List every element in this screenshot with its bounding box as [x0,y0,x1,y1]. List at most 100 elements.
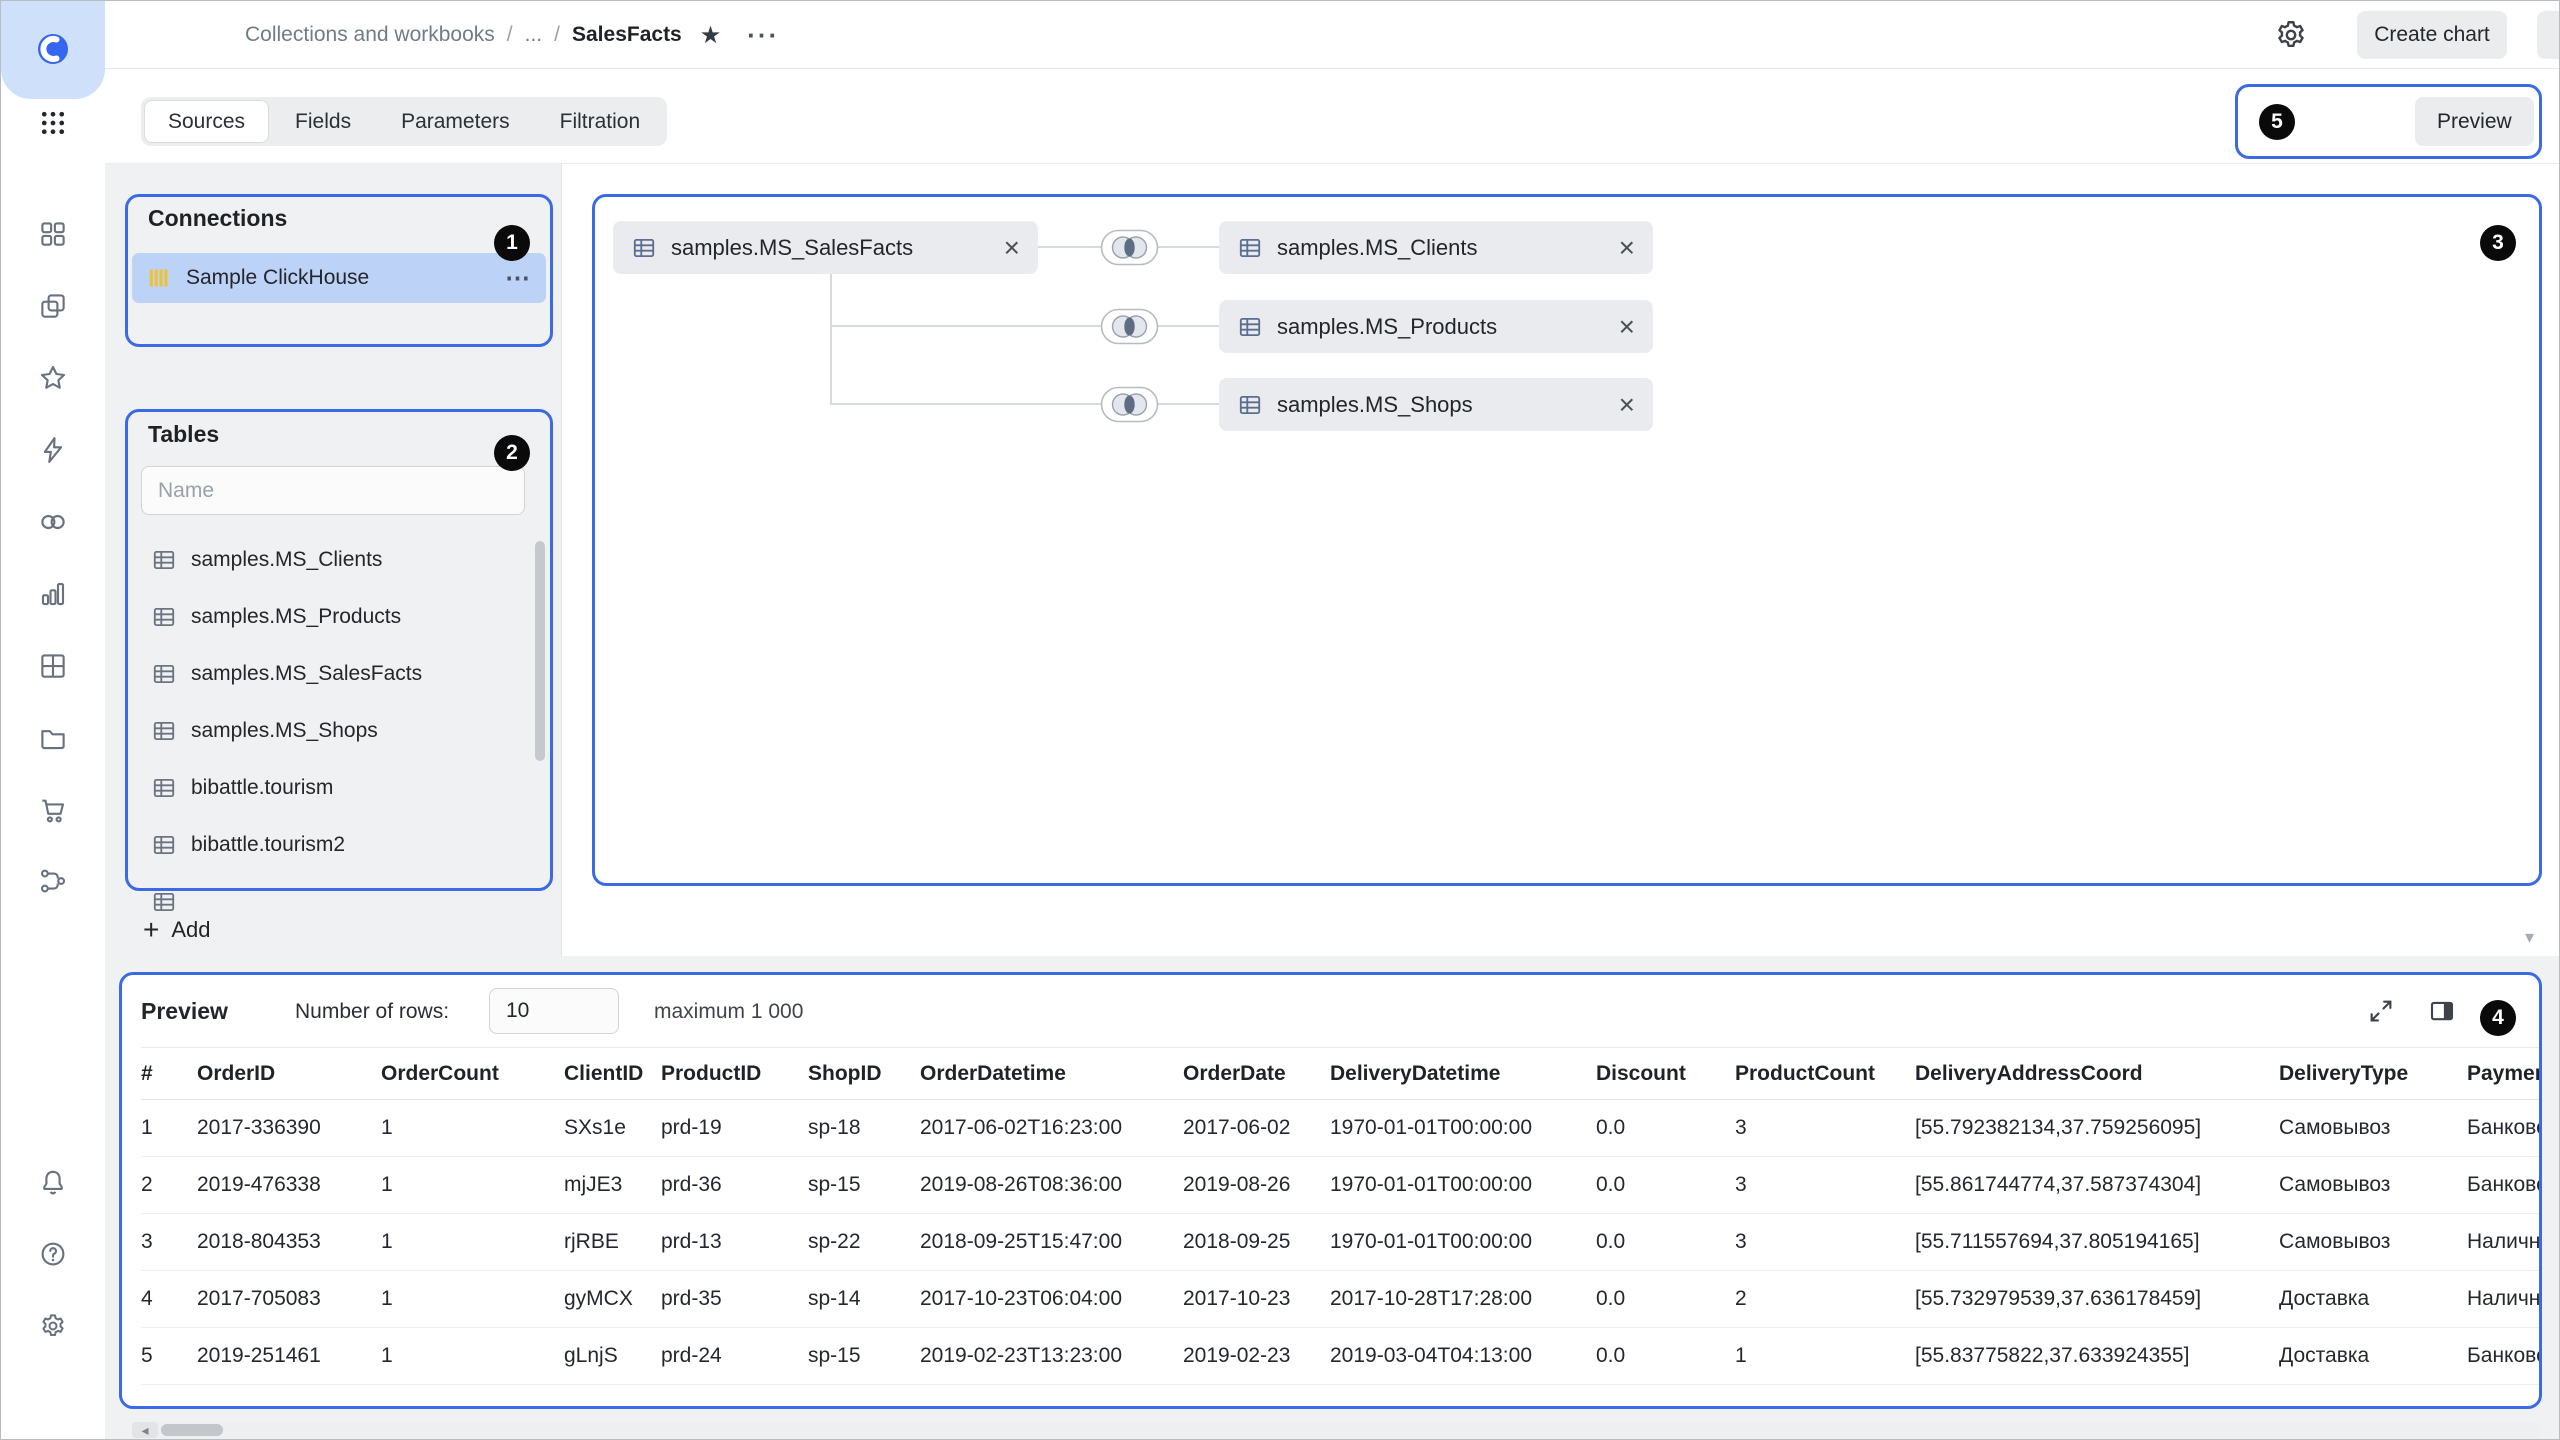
apps-grid-icon[interactable] [33,103,73,143]
settings-gear-icon[interactable] [2273,17,2309,53]
help-icon[interactable] [33,1234,73,1274]
lightning-icon[interactable] [33,430,73,470]
column-header: # [141,1048,197,1100]
expand-preview-icon[interactable] [2366,996,2396,1026]
table-cell: Банковская карта [2467,1157,2540,1214]
source-table-node[interactable]: samples.MS_SalesFacts × [613,221,1038,274]
save-button[interactable]: Save [2537,11,2560,59]
table-icon [151,775,177,801]
horizontal-scrollbar-track[interactable] [132,1422,2540,1438]
sources-canvas [561,164,2560,956]
more-menu-icon[interactable]: ··· [747,20,779,51]
rings-icon[interactable] [33,502,73,542]
table-cell: prd-24 [661,1328,808,1385]
join-type-icon[interactable] [1100,308,1159,345]
join-type-icon[interactable] [1100,229,1159,266]
breadcrumb: Collections and workbooks / ... / SalesF… [245,1,779,69]
preview-toggle-button[interactable]: Preview [2415,97,2534,146]
table-cell: sp-18 [808,1100,920,1157]
joined-table-node[interactable]: samples.MS_Products × [1219,300,1653,353]
split-view-icon[interactable] [2427,996,2457,1026]
tab-filtration[interactable]: Filtration [536,100,665,143]
column-header: DeliveryDatetime [1330,1048,1596,1100]
join-line [830,403,1109,405]
add-table-button[interactable]: + Add [143,906,211,954]
table-cell: Наличные [2467,1271,2540,1328]
tables-title: Tables [148,421,219,448]
table-cell: 2017-336390 [197,1100,381,1157]
page-title: SalesFacts [572,23,682,47]
gear-icon[interactable] [33,1306,73,1346]
cart-icon[interactable] [33,790,73,830]
bell-icon[interactable] [33,1162,73,1202]
tables-scrollbar-thumb[interactable] [535,541,545,761]
table-icon [151,661,177,687]
table-cell: 5 [141,1328,197,1385]
scroll-left-arrow[interactable]: ◂ [132,1422,158,1438]
table-row: 32018-8043531rjRBEprd-13sp-222018-09-25T… [141,1214,2540,1271]
table-cell: rjRBE [564,1214,661,1271]
favorite-star-icon[interactable]: ★ [700,21,722,50]
table-icon [151,604,177,630]
remove-table-icon[interactable]: × [1004,234,1020,262]
table-cell: Самовывоз [2279,1100,2467,1157]
tab-sources[interactable]: Sources [144,100,269,143]
join-type-icon[interactable] [1100,386,1159,423]
connection-name: Sample ClickHouse [186,266,369,290]
table-cell: 2019-251461 [197,1328,381,1385]
rows-count-input[interactable] [489,988,619,1034]
table-list-item[interactable]: samples.MS_Clients [141,531,537,588]
star-icon[interactable] [33,358,73,398]
datalens-logo[interactable] [29,25,77,73]
table-list-item[interactable]: bibattle.tourism2 [141,816,537,873]
remove-table-icon[interactable]: × [1619,234,1635,262]
horizontal-scrollbar-thumb[interactable] [161,1424,223,1436]
remove-table-icon[interactable]: × [1619,313,1635,341]
table-cell: sp-14 [808,1271,920,1328]
scroll-down-hint-icon[interactable]: ▾ [2525,927,2534,948]
table-cell: Самовывоз [2279,1157,2467,1214]
table-cell: sp-15 [808,1328,920,1385]
table-list-item[interactable]: samples.MS_Shops [141,702,537,759]
tables-list: samples.MS_Clients samples.MS_Products s… [141,531,537,913]
table-cell: [55.711557694,37.805194165] [1915,1214,2279,1271]
joined-table-node[interactable]: samples.MS_Clients × [1219,221,1653,274]
table-list-item[interactable]: bibattle.tourism [141,759,537,816]
flow-icon[interactable] [33,861,73,901]
breadcrumb-root[interactable]: Collections and workbooks [245,23,495,47]
table-cell: 0.0 [1596,1328,1735,1385]
table-list-item[interactable]: samples.MS_SalesFacts [141,645,537,702]
tab-fields[interactable]: Fields [271,100,375,143]
squares-icon[interactable] [33,214,73,254]
bar-chart-icon[interactable] [33,574,73,614]
breadcrumb-ellipsis[interactable]: ... [525,23,543,47]
remove-table-icon[interactable]: × [1619,391,1635,419]
column-header: ShopID [808,1048,920,1100]
create-chart-button[interactable]: Create chart [2357,11,2507,59]
table-cell: [55.83775822,37.633924355] [1915,1328,2279,1385]
table-cell: Доставка [2279,1271,2467,1328]
connection-menu-icon[interactable]: ⋯ [505,263,532,293]
table-search-input[interactable] [141,466,525,515]
add-label: Add [171,917,210,943]
grid-cells-icon[interactable] [33,646,73,686]
connection-item-selected[interactable]: Sample ClickHouse ⋯ [132,253,546,303]
joined-table-node[interactable]: samples.MS_Shops × [1219,378,1653,431]
folder-icon[interactable] [33,718,73,758]
table-list-item[interactable]: samples.MS_Products [141,588,537,645]
join-line [1038,246,1109,248]
table-cell: [55.732979539,37.636178459] [1915,1271,2279,1328]
clickhouse-connection-icon [146,265,172,291]
column-header: OrderID [197,1048,381,1100]
tab-parameters[interactable]: Parameters [377,100,534,143]
layers-icon[interactable] [33,286,73,326]
table-row: 42017-7050831gyMCXprd-35sp-142017-10-23T… [141,1271,2540,1328]
table-cell: 2 [141,1157,197,1214]
table-cell: prd-19 [661,1100,808,1157]
table-cell: 1 [381,1328,564,1385]
panel-divider [561,164,562,956]
table-cell: 0.0 [1596,1100,1735,1157]
table-cell: SXs1e [564,1100,661,1157]
table-cell: 1 [381,1157,564,1214]
table-cell: 2017-06-02 [1183,1100,1330,1157]
